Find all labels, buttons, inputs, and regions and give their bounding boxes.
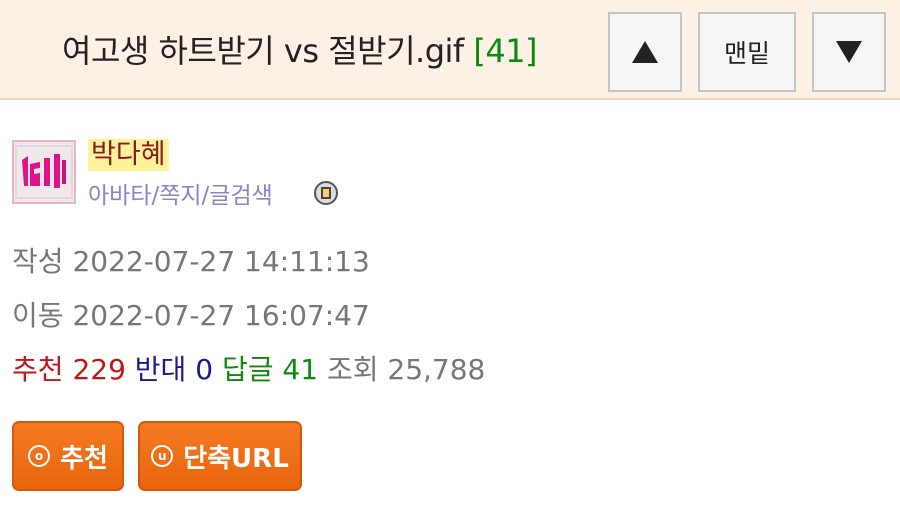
triangle-up-icon: [632, 41, 658, 63]
created-label: 작성: [12, 245, 64, 278]
scroll-bottom-button[interactable]: 맨밑: [698, 12, 796, 92]
moved-label: 이동: [12, 299, 64, 332]
recommend-button[interactable]: o 추천: [12, 421, 124, 491]
post-title: 여고생 하트받기 vs 절받기.gif [41]: [62, 26, 538, 72]
author-name[interactable]: 박다혜: [88, 139, 169, 171]
circle-o-icon: o: [28, 445, 51, 467]
replies-count: 41: [282, 353, 319, 386]
oppose-label: 반대: [134, 353, 187, 386]
scroll-down-button[interactable]: [812, 12, 886, 92]
avatar-image: [14, 142, 74, 202]
scroll-up-button[interactable]: [608, 12, 682, 92]
created-info: 작성 2022-07-27 14:11:13: [12, 240, 370, 280]
comment-count[interactable]: [41]: [473, 32, 537, 70]
views-label: 조회: [326, 353, 379, 386]
oppose-count: 0: [195, 353, 214, 386]
moved-info: 이동 2022-07-27 16:07:47: [12, 294, 370, 334]
short-url-button-label: 단축URL: [183, 443, 289, 474]
created-date: 2022-07-27 14:11:13: [72, 245, 370, 278]
replies-label: 답글: [221, 353, 274, 386]
recommend-count: 229: [72, 353, 126, 386]
avatar[interactable]: [12, 140, 76, 204]
views-count: 25,788: [387, 353, 486, 386]
block-user-icon[interactable]: [314, 181, 338, 205]
post-header: 여고생 하트받기 vs 절받기.gif [41] 맨밑: [0, 0, 900, 100]
circle-u-icon: u: [151, 445, 174, 467]
author-links[interactable]: 아바타/쪽지/글검색: [88, 176, 273, 210]
post-title-text: 여고생 하트받기 vs 절받기.gif: [62, 32, 464, 70]
short-url-button[interactable]: u 단축URL: [138, 421, 302, 491]
post-stats: 추천 229 반대 0 답글 41 조회 25,788: [12, 348, 485, 388]
triangle-down-icon: [836, 41, 862, 63]
recommend-label: 추천: [12, 353, 64, 386]
moved-date: 2022-07-27 16:07:47: [72, 299, 370, 332]
recommend-button-label: 추천: [60, 443, 108, 474]
